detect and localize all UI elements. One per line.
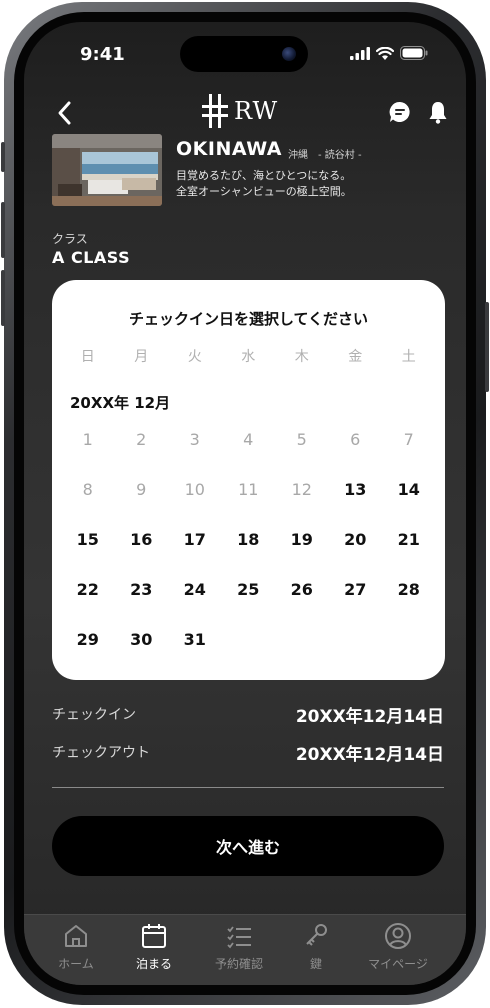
status-bar: 9:41 (24, 22, 466, 86)
calendar-day-disabled: 4 (243, 430, 254, 449)
tab-reservations[interactable]: 予約確認 (199, 921, 279, 981)
home-icon (65, 925, 87, 947)
calendar-day[interactable]: 25 (222, 575, 276, 625)
calendar-day-disabled: 7 (403, 430, 414, 449)
weekday-label: 水 (241, 349, 256, 365)
checkout-label: チェックアウト (52, 745, 150, 761)
checkin-value: 20XX年12月14日 (295, 707, 444, 727)
calendar-day-disabled: 3 (189, 430, 200, 449)
calendar-day-disabled: 11 (238, 480, 259, 499)
app-header: RW (24, 86, 466, 138)
calendar-day[interactable]: 19 (275, 525, 329, 575)
hotel-location: 沖縄 - 読谷村 - (288, 150, 362, 161)
calendar-day[interactable]: 24 (168, 575, 222, 625)
calendar-day[interactable]: 29 (61, 625, 115, 675)
calendar-day[interactable]: 23 (115, 575, 169, 625)
calendar-day-disabled: 6 (350, 430, 361, 449)
calendar-day-disabled: 8 (82, 480, 93, 499)
power-button (485, 302, 489, 392)
weekday-header: 日 月 火 水 木 金 土 (61, 346, 436, 366)
wifi-icon (376, 46, 394, 60)
calendar-day-disabled: 2 (136, 430, 147, 449)
hotel-card: OKINAWA 沖縄 - 読谷村 - 目覚めるたび、海とひとつになる。 全室オー… (52, 134, 452, 208)
calendar-day[interactable]: 21 (382, 525, 436, 575)
tab-label: 予約確認 (214, 957, 263, 971)
volume-up-button (1, 202, 5, 258)
calendar-day[interactable]: 16 (115, 525, 169, 575)
calendar-day-disabled: 9 (136, 480, 147, 499)
tab-home[interactable]: ホーム (36, 921, 116, 981)
hotel-thumbnail (52, 134, 162, 206)
calendar-icon (142, 924, 166, 948)
calendar-day[interactable]: 28 (382, 575, 436, 625)
tab-label: マイページ (368, 957, 428, 971)
bell-icon (429, 102, 447, 124)
calendar-day[interactable]: 30 (115, 625, 169, 675)
weekday-label: 金 (348, 349, 363, 365)
date-picker-card: チェックイン日を選択してください 日 月 火 水 木 金 土 20XX年 12月… (52, 280, 445, 680)
bottom-tab-bar: ホーム 泊まる 予約確認 鍵 マイページ (24, 914, 466, 985)
tab-label: 鍵 (309, 957, 322, 971)
month-label: 20XX年 12月 (70, 394, 171, 412)
weekday-label: 木 (294, 349, 309, 365)
weekday-label: 火 (187, 349, 202, 365)
weekday-label: 土 (401, 349, 416, 365)
key-icon (306, 924, 327, 946)
camera-icon (282, 47, 296, 61)
date-picker-title: チェックイン日を選択してください (128, 310, 369, 328)
hotel-description: 目覚めるたび、海とひとつになる。 全室オーシャンビューの極上空間。 (176, 168, 352, 200)
user-icon (385, 923, 411, 949)
calendar-day-disabled: 5 (296, 430, 307, 449)
weekday-label: 日 (80, 349, 95, 365)
chat-bubble-icon (389, 101, 410, 122)
brand-logo: RW (202, 94, 278, 128)
checkin-label: チェックイン (52, 707, 136, 723)
tab-label: ホーム (58, 957, 94, 971)
calendar-day[interactable]: 26 (275, 575, 329, 625)
back-button[interactable] (50, 98, 80, 128)
calendar-day[interactable]: 27 (329, 575, 383, 625)
calendar-day-disabled: 12 (291, 480, 312, 499)
calendar-day[interactable]: 22 (61, 575, 115, 625)
next-button[interactable]: 次へ進む (52, 816, 444, 876)
calendar-grid: 1 2 3 4 5 6 7 8 9 10 11 12 13 14 15 16 1… (61, 425, 436, 675)
tab-label: 泊まる (135, 957, 172, 971)
summary-divider (52, 787, 444, 788)
calendar-day[interactable]: 20 (329, 525, 383, 575)
chevron-left-icon (58, 101, 71, 125)
weekday-label: 月 (134, 349, 149, 365)
hash-logo-icon (202, 94, 228, 128)
calendar-day-disabled: 10 (184, 480, 205, 499)
tab-stay[interactable]: 泊まる (114, 921, 194, 981)
chat-button[interactable] (388, 100, 412, 124)
calendar-day[interactable]: 14 (382, 475, 436, 525)
battery-icon (400, 46, 428, 60)
checklist-icon (227, 926, 251, 949)
hotel-description-line: 全室オーシャンビューの極上空間。 (176, 185, 352, 198)
app-screen: 9:41 RW OKINAWA 沖縄 - 読谷村 - 目覚めるたび、海とひとつに… (24, 22, 466, 985)
logo-text: RW (234, 97, 279, 125)
status-icons (350, 46, 428, 60)
dynamic-island (180, 36, 308, 72)
calendar-day[interactable]: 15 (61, 525, 115, 575)
checkout-value: 20XX年12月14日 (295, 745, 444, 765)
class-label: クラス (52, 232, 88, 246)
calendar-day-disabled: 1 (82, 430, 93, 449)
tab-key[interactable]: 鍵 (276, 921, 356, 981)
mute-switch (1, 142, 5, 172)
hotel-name: OKINAWA (176, 138, 283, 160)
calendar-day[interactable]: 13 (329, 475, 383, 525)
checkin-summary-row: チェックイン 20XX年12月14日 (52, 702, 444, 727)
calendar-day[interactable]: 17 (168, 525, 222, 575)
status-time: 9:41 (80, 44, 125, 65)
calendar-day[interactable]: 18 (222, 525, 276, 575)
signal-icon (350, 46, 370, 60)
checkout-summary-row: チェックアウト 20XX年12月14日 (52, 740, 444, 765)
volume-down-button (1, 270, 5, 326)
calendar-day[interactable]: 31 (168, 625, 222, 675)
notification-button[interactable] (426, 100, 450, 124)
tab-mypage[interactable]: マイページ (358, 921, 438, 981)
hotel-description-line: 目覚めるたび、海とひとつになる。 (176, 169, 352, 182)
class-value: A CLASS (52, 248, 131, 267)
